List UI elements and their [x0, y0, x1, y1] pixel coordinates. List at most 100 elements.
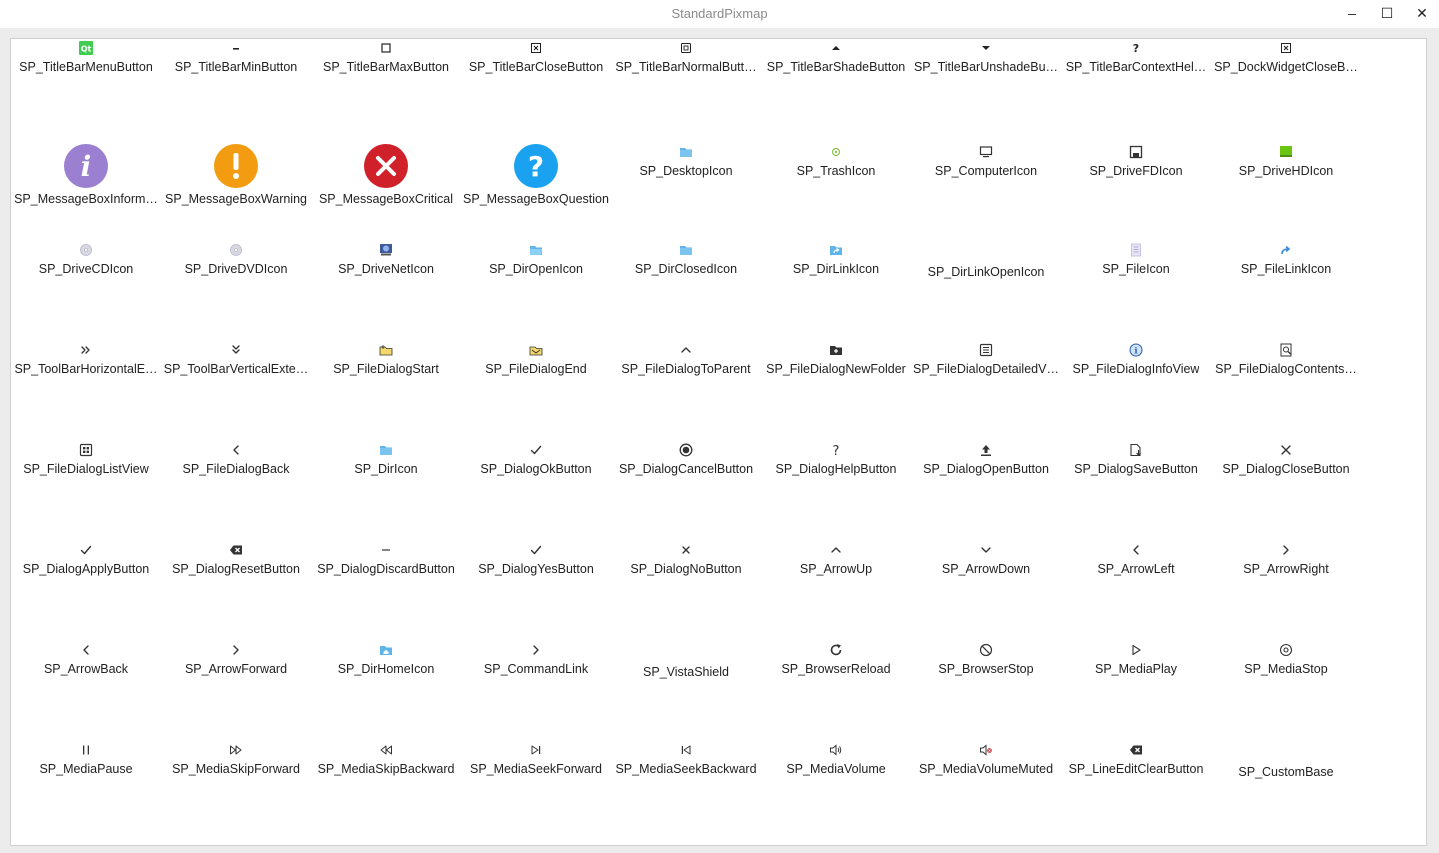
window-minimize-button[interactable]: – — [1342, 4, 1362, 22]
window-close-button[interactable]: ✕ — [1412, 4, 1432, 22]
pixmap-item[interactable]: SP_TitleBarUnshadeBu… — [911, 39, 1061, 139]
pixmap-item-label: SP_MessageBoxWarning — [165, 192, 307, 206]
pixmap-item[interactable]: SP_FileLinkIcon — [1211, 239, 1361, 339]
pixmap-item[interactable]: SP_DirOpenIcon — [461, 239, 611, 339]
pixmap-item-label: SP_MediaPlay — [1095, 662, 1177, 676]
pixmap-item[interactable]: SP_DriveFDIcon — [1061, 139, 1211, 239]
pixmap-item[interactable]: SP_MediaSeekForward — [461, 739, 611, 839]
pixmap-item-label: SP_ToolBarVerticalExte… — [163, 362, 309, 376]
pixmap-item[interactable]: SP_MessageBoxCritical — [311, 139, 461, 239]
pixmap-item[interactable]: Qt SP_TitleBarMenuButton — [11, 39, 161, 139]
pixmap-item[interactable]: SP_MediaPlay — [1061, 639, 1211, 739]
pixmap-item[interactable]: SP_BrowserReload — [761, 639, 911, 739]
pixmap-item[interactable]: SP_ComputerIcon — [911, 139, 1061, 239]
pixmap-item[interactable]: ? SP_TitleBarContextHel… — [1061, 39, 1211, 139]
chevron-up-icon — [677, 341, 695, 359]
pixmap-item[interactable]: SP_ArrowBack — [11, 639, 161, 739]
pixmap-item[interactable]: SP_DirIcon — [311, 439, 461, 539]
pixmap-item[interactable]: SP_LineEditClearButton — [1061, 739, 1211, 839]
pixmap-item[interactable]: SP_VistaShield — [611, 639, 761, 739]
pixmap-item[interactable]: SP_DriveHDIcon — [1211, 139, 1361, 239]
pixmap-item[interactable]: SP_BrowserStop — [911, 639, 1061, 739]
pixmap-item[interactable]: SP_DriveCDIcon — [11, 239, 161, 339]
pixmap-item[interactable]: SP_DirLinkIcon — [761, 239, 911, 339]
pixmap-item[interactable]: SP_DialogResetButton — [161, 539, 311, 639]
pixmap-item[interactable]: SP_FileDialogBack — [161, 439, 311, 539]
pixmap-item[interactable]: SP_DialogCancelButton — [611, 439, 761, 539]
trash-icon — [827, 143, 845, 161]
pixmap-item[interactable]: SP_FileDialogDetailedV… — [911, 339, 1061, 439]
pixmap-item[interactable]: SP_MediaPause — [11, 739, 161, 839]
pixmap-item[interactable]: SP_MediaStop — [1211, 639, 1361, 739]
pixmap-item[interactable]: SP_TitleBarMaxButton — [311, 39, 461, 139]
pixmap-item[interactable]: ? SP_DialogHelpButton — [761, 439, 911, 539]
pixmap-item[interactable]: SP_ToolBarVerticalExte… — [161, 339, 311, 439]
pixmap-item[interactable]: SP_MediaSkipBackward — [311, 739, 461, 839]
pixmap-item[interactable]: SP_MediaSeekBackward — [611, 739, 761, 839]
pixmap-item[interactable]: SP_MediaVolume — [761, 739, 911, 839]
pixmap-item[interactable]: SP_DialogDiscardButton — [311, 539, 461, 639]
pixmap-item[interactable]: SP_DialogSaveButton — [1061, 439, 1211, 539]
pixmap-item[interactable]: SP_MediaSkipForward — [161, 739, 311, 839]
pixmap-item[interactable]: SP_FileDialogListView — [11, 439, 161, 539]
pixmap-item[interactable]: SP_DirHomeIcon — [311, 639, 461, 739]
pixmap-item[interactable]: SP_DockWidgetCloseB… — [1211, 39, 1361, 139]
pixmap-item[interactable]: SP_FileIcon — [1061, 239, 1211, 339]
window-titlebar: StandardPixmap – ☐ ✕ — [0, 0, 1439, 28]
pixmap-item-label: SP_DirLinkIcon — [792, 262, 880, 276]
pixmap-item[interactable]: i SP_FileDialogInfoView — [1061, 339, 1211, 439]
shade-down-icon — [977, 39, 995, 57]
pixmap-item[interactable]: SP_ArrowLeft — [1061, 539, 1211, 639]
pixmap-item[interactable]: SP_ArrowUp — [761, 539, 911, 639]
pixmap-item-label: SP_MediaSeekBackward — [615, 762, 757, 776]
pixmap-item[interactable]: SP_ArrowForward — [161, 639, 311, 739]
pixmap-item[interactable]: SP_FileDialogToParent — [611, 339, 761, 439]
pixmap-item[interactable]: SP_TrashIcon — [761, 139, 911, 239]
pixmap-item-label: SP_DialogOpenButton — [923, 462, 1049, 476]
pixmap-item[interactable]: SP_FileDialogStart — [311, 339, 461, 439]
svg-text:?: ? — [833, 444, 840, 457]
pixmap-item[interactable]: SP_FileDialogNewFolder — [761, 339, 911, 439]
pixmap-item-label: SP_FileDialogBack — [182, 462, 290, 476]
pixmap-item-label: SP_FileDialogToParent — [621, 362, 751, 376]
pixmap-item[interactable]: SP_ArrowRight — [1211, 539, 1361, 639]
pixmap-item-label: SP_CommandLink — [483, 662, 589, 676]
pixmap-item-label: SP_MediaVolumeMuted — [918, 762, 1054, 776]
pixmap-item[interactable]: SP_MessageBoxWarning — [161, 139, 311, 239]
pixmap-item[interactable]: SP_DialogCloseButton — [1211, 439, 1361, 539]
pixmap-item[interactable]: SP_ArrowDown — [911, 539, 1061, 639]
pixmap-item[interactable]: SP_MediaVolumeMuted — [911, 739, 1061, 839]
double-chevron-down-icon — [227, 341, 245, 359]
pixmap-item[interactable]: SP_DriveNetIcon — [311, 239, 461, 339]
pixmap-item-label: SP_DirLinkOpenIcon — [927, 265, 1045, 279]
folder-closed-icon — [677, 241, 695, 259]
pixmap-item[interactable]: SP_TitleBarMinButton — [161, 39, 311, 139]
pixmap-item[interactable]: SP_DialogOkButton — [461, 439, 611, 539]
pixmap-item[interactable]: SP_ToolBarHorizontalE… — [11, 339, 161, 439]
upload-icon — [977, 441, 995, 459]
pixmap-item[interactable]: SP_FileDialogContents… — [1211, 339, 1361, 439]
pixmap-item-label: SP_MediaVolume — [786, 762, 886, 776]
dvd-icon — [227, 241, 245, 259]
pixmap-item[interactable]: SP_DialogOpenButton — [911, 439, 1061, 539]
pixmap-item[interactable]: SP_CustomBase — [1211, 739, 1361, 839]
window-maximize-button[interactable]: ☐ — [1377, 4, 1397, 22]
pixmap-list-view[interactable]: Qt SP_TitleBarMenuButton SP_TitleBarMinBut… — [10, 38, 1427, 846]
chevron-right-icon — [527, 641, 545, 659]
pixmap-item[interactable]: SP_TitleBarCloseButton — [461, 39, 611, 139]
pixmap-item[interactable]: SP_DialogNoButton — [611, 539, 761, 639]
pixmap-item[interactable]: SP_CommandLink — [461, 639, 611, 739]
pixmap-item[interactable]: SP_FileDialogEnd — [461, 339, 611, 439]
pixmap-item[interactable]: SP_TitleBarShadeButton — [761, 39, 911, 139]
pixmap-item[interactable]: SP_DialogYesButton — [461, 539, 611, 639]
pixmap-item-label: SP_ArrowRight — [1243, 562, 1329, 576]
pixmap-item[interactable]: i SP_MessageBoxInform… — [11, 139, 161, 239]
pixmap-item[interactable]: SP_DesktopIcon — [611, 139, 761, 239]
dash-icon — [377, 541, 395, 559]
pixmap-item[interactable]: SP_DriveDVDIcon — [161, 239, 311, 339]
pixmap-item[interactable]: ? SP_MessageBoxQuestion — [461, 139, 611, 239]
pixmap-item[interactable]: SP_TitleBarNormalButt… — [611, 39, 761, 139]
pixmap-item[interactable]: SP_DirClosedIcon — [611, 239, 761, 339]
pixmap-item[interactable]: SP_DirLinkOpenIcon — [911, 239, 1061, 339]
pixmap-item[interactable]: SP_DialogApplyButton — [11, 539, 161, 639]
